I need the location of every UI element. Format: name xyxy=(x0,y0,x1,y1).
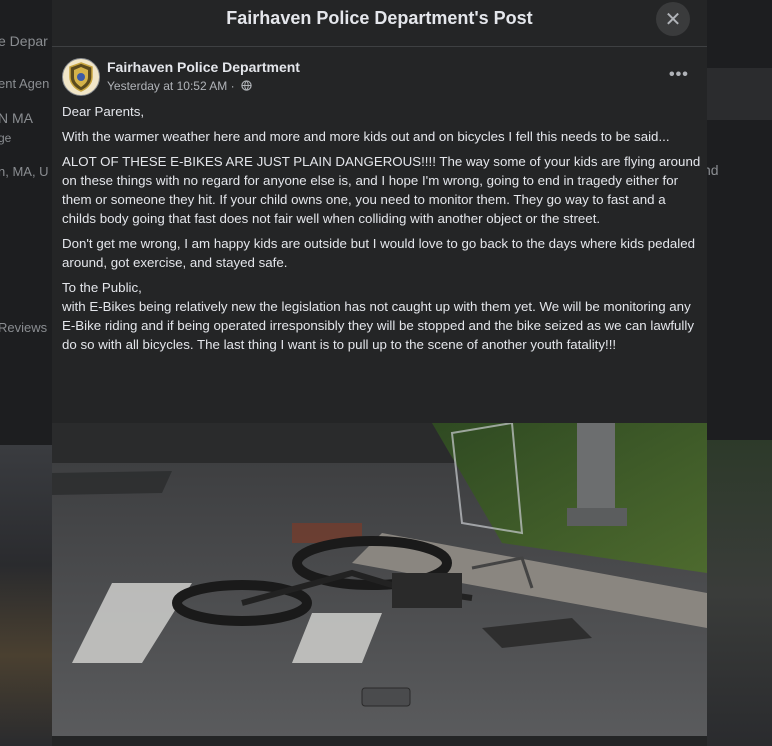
background-text: Reviews xyxy=(0,320,48,335)
post-header: Fairhaven Police Department Yesterday at… xyxy=(62,56,697,98)
police-badge-icon xyxy=(69,62,93,92)
post-paragraph: ALOT OF THESE E-BIKES ARE JUST PLAIN DAN… xyxy=(62,154,701,226)
post-paragraph: To the Public, with E-Bikes being relati… xyxy=(62,280,694,352)
modal-title: Fairhaven Police Department's Post xyxy=(226,8,533,28)
background-text: N MA xyxy=(0,110,33,126)
timestamp[interactable]: Yesterday at 10:52 AM xyxy=(107,79,227,93)
post-paragraph: With the warmer weather here and more an… xyxy=(62,129,670,144)
crashed-ebike-photo xyxy=(52,423,707,736)
close-icon: ✕ xyxy=(664,8,682,31)
background-text: ge xyxy=(0,131,12,145)
post-text: Dear Parents, With the warmer weather he… xyxy=(62,102,702,360)
more-options-button[interactable]: ••• xyxy=(669,66,689,84)
separator: · xyxy=(230,79,235,93)
post-modal: Fairhaven Police Department's Post ✕ Fai… xyxy=(52,0,707,746)
post-paragraph: Don't get me wrong, I am happy kids are … xyxy=(62,236,696,270)
globe-icon xyxy=(241,80,252,94)
background-panel xyxy=(707,68,772,120)
background-text: ent Agen xyxy=(0,76,50,91)
background-text: e Depar xyxy=(0,33,48,49)
background-photo xyxy=(0,445,52,746)
post-photo[interactable] xyxy=(52,423,707,736)
background-text: nd xyxy=(707,162,719,178)
background-left-column: e Depar ent Agen N MA ge n, MA, U Review… xyxy=(0,0,52,746)
background-text: n, MA, U xyxy=(0,164,49,179)
background-photo xyxy=(707,440,772,746)
avatar[interactable] xyxy=(62,58,100,96)
close-button[interactable]: ✕ xyxy=(656,2,690,36)
background-right-column: nd xyxy=(707,0,772,746)
modal-header: Fairhaven Police Department's Post ✕ xyxy=(52,0,707,47)
post-meta: Yesterday at 10:52 AM · xyxy=(107,79,252,94)
more-options-icon: ••• xyxy=(669,66,689,83)
author-name[interactable]: Fairhaven Police Department xyxy=(107,59,300,75)
post-paragraph: Dear Parents, xyxy=(62,104,145,119)
